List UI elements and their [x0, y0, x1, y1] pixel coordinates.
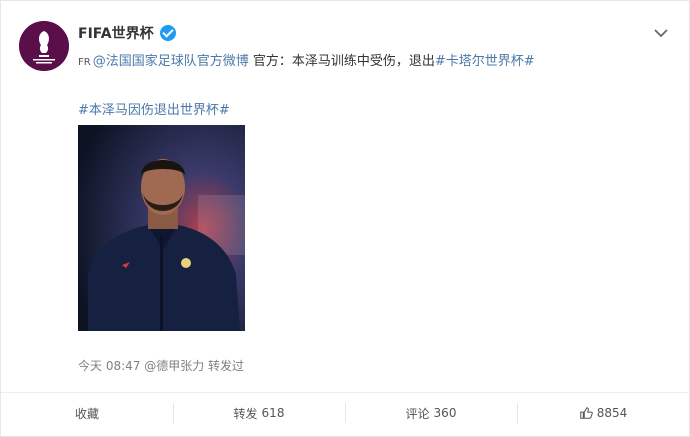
fifa-avatar[interactable]: [19, 21, 69, 71]
like-button[interactable]: 8854: [517, 393, 689, 433]
topic-link[interactable]: #卡塔尔世界杯#: [435, 54, 535, 69]
hashtag-link[interactable]: #本泽马因伤退出世界杯#: [78, 99, 230, 118]
post-meta: 今天 08:47 @德甲张力 转发过: [78, 359, 245, 373]
player-photo: [78, 125, 245, 331]
comment-button[interactable]: 评论 360: [345, 393, 517, 433]
favorite-button[interactable]: 收藏: [1, 393, 173, 433]
post-image[interactable]: [78, 125, 245, 331]
username-row: FIFA世界杯: [78, 23, 176, 43]
comment-count: 360: [433, 406, 457, 420]
repost-label: 转发: [233, 406, 258, 421]
chevron-down-icon[interactable]: [653, 25, 669, 41]
comment-label: 评论: [405, 406, 430, 421]
post-text-body: 官方：本泽马训练中受伤，退出: [248, 54, 435, 69]
thumbs-up-icon: [579, 407, 593, 419]
repost-count: 618: [261, 406, 285, 420]
verified-badge-icon: [159, 25, 176, 41]
mention-link[interactable]: @法国国家足球队官方微博: [93, 54, 249, 69]
post-text: FR @法国国家足球队官方微博 官方：本泽马训练中受伤，退出#卡塔尔世界杯#: [78, 50, 535, 69]
repost-button[interactable]: 转发 618: [173, 393, 345, 433]
weibo-post-card: FIFA世界杯 FR @法国国家足球队官方微博 官方：本泽马训练中受伤，退出#卡塔…: [0, 0, 690, 437]
fifa-logo-icon: [19, 21, 69, 71]
like-count: 8854: [596, 406, 628, 420]
action-bar: 收藏 转发 618 评论 360 8854: [1, 393, 689, 433]
fr-flag-label: FR: [78, 57, 91, 68]
username[interactable]: FIFA世界杯: [78, 23, 154, 43]
favorite-label: 收藏: [74, 406, 99, 421]
